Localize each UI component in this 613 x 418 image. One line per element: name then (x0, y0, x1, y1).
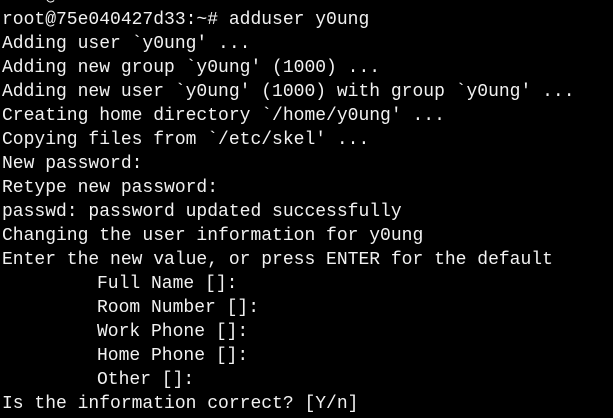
terminal-line-creating-home: Creating home directory `/home/y0ung' ..… (2, 106, 445, 126)
terminal-line-adding-group: Adding new group `y0ung' (1000) ... (2, 58, 381, 78)
terminal-clipped-line: root@75e040427d33:~# cd /etc/skel/ && ls… (2, 0, 477, 8)
terminal-line-adding-user: Adding user `y0ung' ... (2, 34, 251, 54)
terminal-line-full-name: Full Name []: (97, 274, 238, 294)
terminal-line-retype-password: Retype new password: (2, 178, 219, 198)
terminal-line-copying-files: Copying files from `/etc/skel' ... (2, 130, 370, 150)
terminal-line-confirm-prompt[interactable]: Is the information correct? [Y/n] (2, 392, 613, 416)
terminal-line-new-password: New password: (2, 154, 143, 174)
terminal-window[interactable]: root@75e040427d33:~# cd /etc/skel/ && ls… (0, 0, 613, 418)
terminal-line-password-updated: passwd: password updated successfully (2, 202, 402, 222)
terminal-line-other: Other []: (97, 370, 195, 390)
terminal-line-home-phone: Home Phone []: (97, 346, 249, 366)
terminal-line-changing-info: Changing the user information for y0ung (2, 226, 424, 246)
terminal-line-work-phone: Work Phone []: (97, 322, 249, 342)
terminal-line-adding-new-user: Adding new user `y0ung' (1000) with grou… (2, 82, 575, 102)
terminal-output: root@75e040427d33:~# adduser y0ung Addin… (2, 8, 613, 416)
terminal-line-room-number: Room Number []: (97, 298, 260, 318)
terminal-line-prompt-command: root@75e040427d33:~# adduser y0ung (2, 10, 370, 30)
terminal-line-enter-value: Enter the new value, or press ENTER for … (2, 250, 553, 270)
